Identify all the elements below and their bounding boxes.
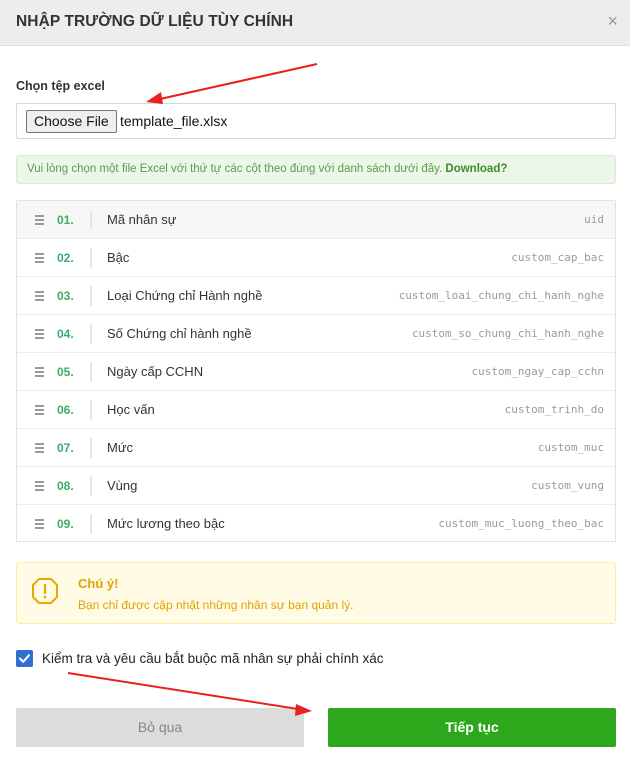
drag-handle-icon[interactable] bbox=[35, 326, 45, 340]
field-name: Ngày cấp CCHN bbox=[107, 364, 204, 379]
info-notice: Vui lòng chọn một file Excel với thứ tự … bbox=[16, 155, 616, 184]
field-key: custom_cap_bac bbox=[511, 251, 604, 264]
column-divider bbox=[90, 400, 92, 420]
drag-handle-icon[interactable] bbox=[35, 478, 45, 492]
field-row[interactable]: 04. Số Chứng chỉ hành nghề custom_so_chung… bbox=[17, 315, 615, 353]
field-row[interactable]: 07. Mức custom_muc bbox=[17, 429, 615, 467]
column-divider bbox=[90, 248, 92, 268]
field-row[interactable]: 05. Ngày cấp CCHN custom_ngay_cap_cchn bbox=[17, 353, 615, 391]
field-key: custom_muc_luong_theo_bac bbox=[438, 517, 604, 530]
field-key: custom_loai_chung_chi_hanh_nghe bbox=[398, 289, 604, 302]
field-row[interactable]: 01. Mã nhân sự uid bbox=[17, 201, 615, 239]
field-list: 01. Mã nhân sự uid 02. Bậc custom_cap_bac 03. L… bbox=[16, 200, 616, 542]
field-row[interactable]: 03. Loại Chứng chỉ Hành nghề custom_loai_c… bbox=[17, 277, 615, 315]
validate-checkbox[interactable] bbox=[16, 650, 33, 667]
skip-button[interactable]: Bỏ qua bbox=[16, 708, 304, 747]
field-name: Bậc bbox=[107, 250, 130, 265]
annotation-arrow-to-file bbox=[146, 63, 318, 104]
field-row[interactable]: 06. Học vấn custom_trinh_do bbox=[17, 391, 615, 429]
field-number: 06. bbox=[57, 403, 74, 417]
column-divider bbox=[90, 362, 92, 382]
choose-file-button[interactable]: Choose File bbox=[26, 110, 117, 133]
warning-icon bbox=[32, 578, 58, 604]
selected-file-name: template_file.xlsx bbox=[120, 113, 228, 129]
field-name: Mức bbox=[107, 440, 134, 455]
file-label: Chọn tệp excel bbox=[16, 79, 105, 93]
field-number: 04. bbox=[57, 327, 74, 341]
drag-handle-icon[interactable] bbox=[35, 516, 45, 530]
dialog-title: NHẬP TRƯỜNG DỮ LIỆU TÙY CHÍNH bbox=[16, 13, 294, 30]
dialog-header: NHẬP TRƯỜNG DỮ LIỆU TÙY CHÍNH × bbox=[0, 0, 630, 46]
field-key: custom_muc bbox=[537, 441, 604, 454]
field-name: Loại Chứng chỉ Hành nghề bbox=[107, 288, 263, 303]
column-divider bbox=[90, 286, 92, 306]
field-number: 01. bbox=[57, 213, 74, 227]
continue-button[interactable]: Tiếp tục bbox=[328, 708, 616, 747]
column-divider bbox=[90, 514, 92, 534]
field-name: Mã nhân sự bbox=[107, 212, 177, 227]
field-name: Mức lương theo bậc bbox=[107, 516, 225, 531]
field-key: custom_trinh_do bbox=[504, 403, 604, 416]
warning-box: Chú ý! Bạn chỉ được cập nhật những nhân … bbox=[16, 562, 616, 624]
field-number: 09. bbox=[57, 517, 74, 531]
field-key: custom_ngay_cap_cchn bbox=[471, 365, 604, 378]
field-key: custom_so_chung_chi_hanh_nghe bbox=[411, 327, 604, 340]
field-row[interactable]: 02. Bậc custom_cap_bac bbox=[17, 239, 615, 277]
file-input[interactable]: Choose File template_file.xlsx bbox=[16, 103, 616, 139]
column-divider bbox=[90, 438, 92, 458]
field-key: custom_vung bbox=[531, 479, 604, 492]
download-link[interactable]: Download? bbox=[445, 163, 507, 175]
column-divider bbox=[90, 476, 92, 496]
field-name: Vùng bbox=[107, 478, 138, 493]
validate-checkbox-label[interactable]: Kiểm tra và yêu cầu bắt buộc mã nhân sự … bbox=[42, 651, 383, 666]
field-row[interactable]: 08. Vùng custom_vung bbox=[17, 467, 615, 505]
warning-text: Bạn chỉ được cập nhật những nhân sự bạn … bbox=[78, 598, 354, 612]
field-name: Số Chứng chỉ hành nghề bbox=[107, 326, 252, 341]
field-number: 07. bbox=[57, 441, 74, 455]
drag-handle-icon[interactable] bbox=[35, 250, 45, 264]
field-number: 05. bbox=[57, 365, 74, 379]
checkmark-icon bbox=[19, 654, 30, 663]
field-number: 02. bbox=[57, 251, 74, 265]
drag-handle-icon[interactable] bbox=[35, 212, 45, 226]
drag-handle-icon[interactable] bbox=[35, 364, 45, 378]
close-icon[interactable]: × bbox=[607, 11, 618, 31]
drag-handle-icon[interactable] bbox=[35, 288, 45, 302]
drag-handle-icon[interactable] bbox=[35, 440, 45, 454]
field-name: Học vấn bbox=[107, 402, 155, 417]
field-key: uid bbox=[584, 213, 604, 226]
notice-text: Vui lòng chọn một file Excel với thứ tự … bbox=[27, 163, 446, 175]
column-divider bbox=[90, 210, 92, 230]
field-row[interactable]: 09. Mức lương theo bậc custom_muc_luong_th… bbox=[17, 505, 615, 543]
field-number: 08. bbox=[57, 479, 74, 493]
drag-handle-icon[interactable] bbox=[35, 402, 45, 416]
column-divider bbox=[90, 324, 92, 344]
field-number: 03. bbox=[57, 289, 74, 303]
warning-title: Chú ý! bbox=[78, 576, 119, 591]
